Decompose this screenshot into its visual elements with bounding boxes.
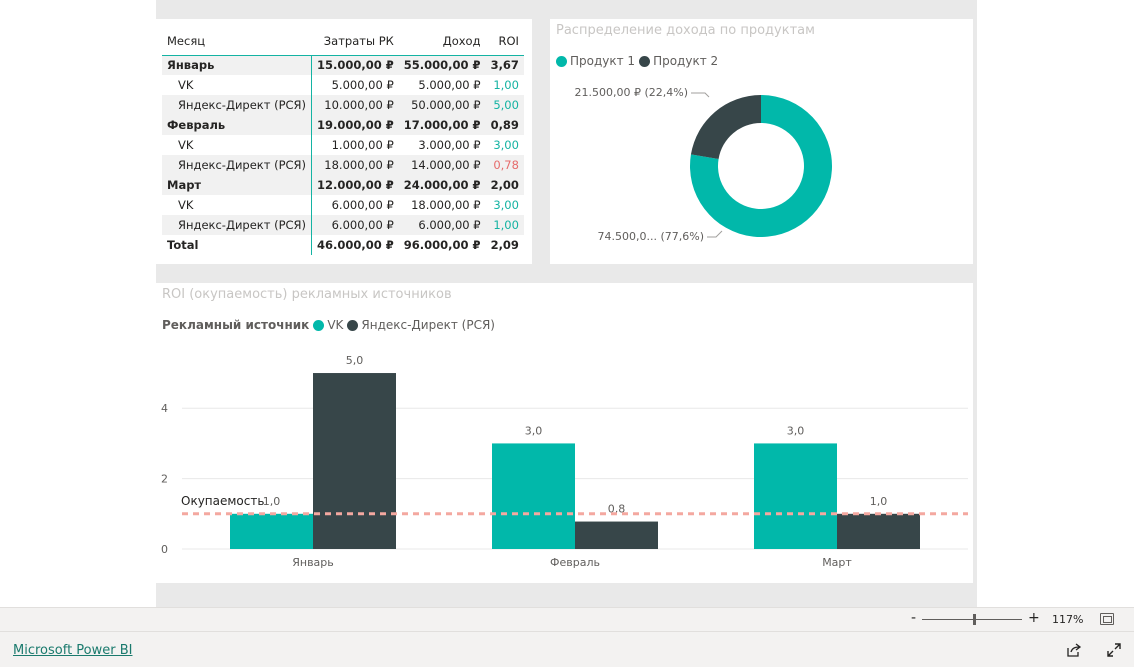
powerbi-link[interactable]: Microsoft Power BI xyxy=(13,643,132,658)
cell-income: 18.000,00 ₽ xyxy=(411,198,481,212)
y-tick-label: 0 xyxy=(161,543,168,556)
cell-cost: 12.000,00 ₽ xyxy=(311,175,399,195)
donut-slice-2[interactable] xyxy=(690,95,761,159)
cell-cost: 46.000,00 ₽ xyxy=(317,238,394,252)
table-row[interactable]: VK 5.000,00 ₽ 5.000,00 ₽ 1,00 xyxy=(162,75,524,95)
y-tick-label: 4 xyxy=(161,402,168,415)
cell-income: 5.000,00 ₽ xyxy=(418,78,481,92)
cell-month: Total xyxy=(162,235,313,255)
column-header-cost[interactable]: Затраты РК xyxy=(311,27,399,56)
roi-table: Месяц Затраты РК Доход ROI Январь 15.000,… xyxy=(162,27,524,255)
cell-income: 3.000,00 ₽ xyxy=(418,138,481,152)
table-group-row[interactable]: Январь 15.000,00 ₽55.000,00 ₽3,67 xyxy=(162,55,524,75)
table-group-row[interactable]: Март 12.000,00 ₽24.000,00 ₽2,00 xyxy=(162,175,524,195)
table-group-row[interactable]: Февраль 19.000,00 ₽17.000,00 ₽0,89 xyxy=(162,115,524,135)
donut-chart: 21.500,00 ₽ (22,4%) 74.500,0... (77,6%) xyxy=(574,86,832,243)
cell-cost: 10.000,00 ₽ xyxy=(311,95,399,115)
cell-roi: 0,78 xyxy=(485,155,524,175)
share-icon[interactable] xyxy=(1066,642,1082,658)
cell-income: 24.000,00 ₽ xyxy=(398,175,486,195)
table-row[interactable]: Яндекс-Директ (РСЯ) 10.000,00 ₽50.000,00 … xyxy=(162,95,524,115)
cell-month: VK xyxy=(162,195,313,215)
cell-cost: 18.000,00 ₽ xyxy=(311,155,399,175)
cell-cost: 1.000,00 ₽ xyxy=(331,138,394,152)
fullscreen-icon[interactable] xyxy=(1106,642,1122,658)
zoom-in-button[interactable]: + xyxy=(1028,610,1040,626)
bar-chart: 0241,05,0Январь3,00,8Февраль3,01,0МартОк… xyxy=(161,354,968,569)
cell-income: 17.000,00 ₽ xyxy=(398,115,486,135)
donut-chart-visual[interactable]: Распределение дохода по продуктам Продук… xyxy=(550,19,973,264)
y-tick-label: 2 xyxy=(161,473,168,486)
cell-roi: 2,00 xyxy=(485,175,524,195)
cell-month: VK xyxy=(162,135,313,155)
bar-vk-2[interactable] xyxy=(492,443,575,549)
cell-income: 14.000,00 ₽ xyxy=(398,155,486,175)
column-header-month[interactable]: Месяц xyxy=(162,27,312,56)
table-row[interactable]: VK 6.000,00 ₽ 18.000,00 ₽ 3,00 xyxy=(162,195,524,215)
cell-income: 55.000,00 ₽ xyxy=(398,55,486,75)
x-tick-label: Март xyxy=(822,556,852,569)
cell-month: VK xyxy=(162,75,313,95)
table-total-row[interactable]: Total 46.000,00 ₽ 96.000,00 ₽ 2,09 xyxy=(162,235,524,255)
cell-month: Яндекс-Директ (РСЯ) xyxy=(162,95,313,115)
bar-data-label: 1,0 xyxy=(263,495,281,508)
x-tick-label: Январь xyxy=(292,556,334,569)
cell-roi: 3,00 xyxy=(493,138,519,152)
donut-data-label-2: 74.500,0... (77,6%) xyxy=(598,230,705,243)
zoom-slider-thumb[interactable] xyxy=(972,614,976,625)
bar-vk-1[interactable] xyxy=(230,513,313,549)
column-header-roi[interactable]: ROI xyxy=(485,27,524,56)
table-row[interactable]: Яндекс-Директ (РСЯ) 18.000,00 ₽14.000,00 … xyxy=(162,155,524,175)
zoom-bar: - + 117% xyxy=(0,607,1134,631)
roi-bar-chart-visual[interactable]: ROI (окупаемость) рекламных источников Р… xyxy=(156,283,973,583)
column-header-income[interactable]: Доход xyxy=(398,27,486,56)
cell-roi: 5,00 xyxy=(485,95,524,115)
cell-cost: 5.000,00 ₽ xyxy=(331,78,394,92)
cell-cost: 6.000,00 ₽ xyxy=(311,215,399,235)
table-header-row: Месяц Затраты РК Доход ROI xyxy=(162,27,524,56)
cell-month: Март xyxy=(162,175,313,195)
cell-roi: 0,89 xyxy=(485,115,524,135)
bar-data-label: 3,0 xyxy=(525,424,543,437)
cell-cost: 19.000,00 ₽ xyxy=(311,115,399,135)
cell-month: Февраль xyxy=(162,115,313,135)
fit-to-page-icon[interactable] xyxy=(1100,613,1114,625)
cell-income: 6.000,00 ₽ xyxy=(398,215,486,235)
reference-line-label: Окупаемость xyxy=(181,494,264,508)
cell-month: Яндекс-Директ (РСЯ) xyxy=(162,155,313,175)
bar-yandex-3[interactable] xyxy=(837,513,920,549)
cell-roi: 1,00 xyxy=(493,78,519,92)
cell-roi: 1,00 xyxy=(485,215,524,235)
roi-table-visual[interactable]: Месяц Затраты РК Доход ROI Январь 15.000,… xyxy=(156,19,532,264)
donut-leader-line-1 xyxy=(691,92,710,98)
cell-roi: 2,09 xyxy=(490,238,519,252)
footer-bar: Microsoft Power BI xyxy=(0,631,1134,667)
cell-month: Январь xyxy=(162,55,313,75)
cell-cost: 15.000,00 ₽ xyxy=(311,55,399,75)
x-tick-label: Февраль xyxy=(550,556,600,569)
zoom-out-button[interactable]: - xyxy=(911,610,916,626)
cell-roi: 3,00 xyxy=(493,198,519,212)
cell-roi: 3,67 xyxy=(485,55,524,75)
donut-data-label-1: 21.500,00 ₽ (22,4%) xyxy=(574,86,688,99)
donut-leader-line-2 xyxy=(707,230,723,238)
bar-yandex-2[interactable] xyxy=(575,521,658,549)
cell-month: Яндекс-Директ (РСЯ) xyxy=(162,215,313,235)
bar-data-label: 1,0 xyxy=(870,495,888,508)
cell-income: 96.000,00 ₽ xyxy=(403,238,481,252)
bar-data-label: 5,0 xyxy=(346,354,364,367)
cell-income: 50.000,00 ₽ xyxy=(398,95,486,115)
table-row[interactable]: VK 1.000,00 ₽ 3.000,00 ₽ 3,00 xyxy=(162,135,524,155)
bar-yandex-1[interactable] xyxy=(313,373,396,549)
table-row[interactable]: Яндекс-Директ (РСЯ) 6.000,00 ₽6.000,00 ₽1… xyxy=(162,215,524,235)
zoom-level: 117% xyxy=(1052,613,1084,626)
cell-cost: 6.000,00 ₽ xyxy=(331,198,394,212)
bar-vk-3[interactable] xyxy=(754,443,837,549)
bar-data-label: 3,0 xyxy=(787,424,805,437)
